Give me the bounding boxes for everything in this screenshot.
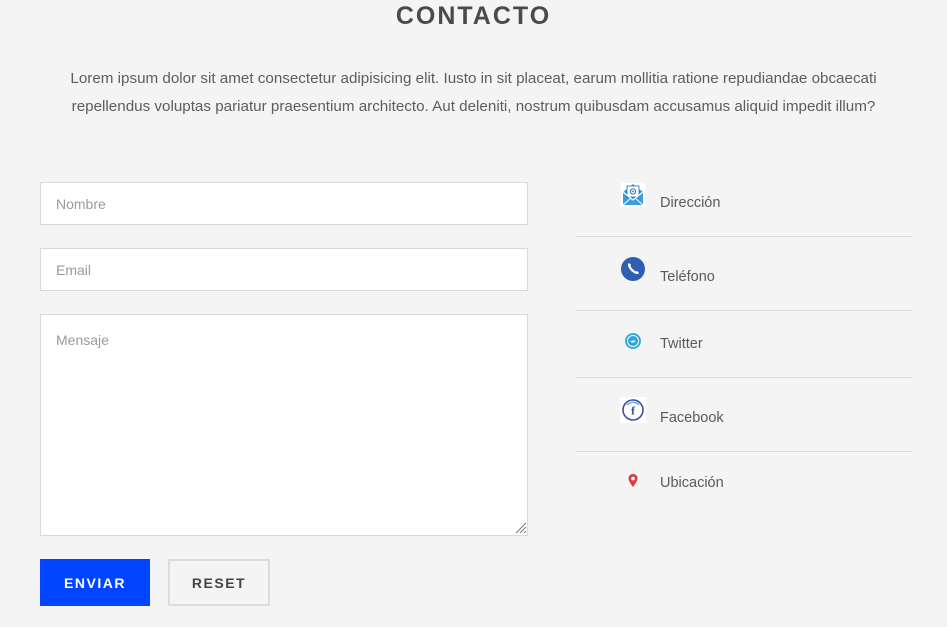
contact-item-location[interactable]: Ubicación xyxy=(576,470,913,491)
contact-item-twitter[interactable]: Twitter xyxy=(576,330,913,352)
intro-line-1: Lorem ipsum dolor sit amet consectetur a… xyxy=(70,70,877,87)
divider xyxy=(576,377,913,378)
send-button[interactable]: ENVIAR xyxy=(40,559,150,606)
location-pin-icon xyxy=(628,474,638,487)
phone-icon xyxy=(621,257,645,281)
contact-item-label: Teléfono xyxy=(660,269,715,285)
contact-page: CONTACTO Lorem ipsum dolor sit amet cons… xyxy=(0,0,947,627)
divider xyxy=(576,451,913,452)
contact-item-phone[interactable]: Teléfono xyxy=(576,256,913,285)
contact-item-address[interactable]: Dirección xyxy=(576,181,913,211)
contact-item-facebook[interactable]: f Facebook xyxy=(576,397,913,426)
contact-item-label: Dirección xyxy=(660,195,721,211)
divider xyxy=(576,236,913,237)
textarea-resize-handle[interactable] xyxy=(513,520,527,534)
name-input[interactable] xyxy=(40,182,528,225)
facebook-icon: f xyxy=(620,397,646,423)
contact-item-label: Twitter xyxy=(660,336,703,352)
contact-item-label: Ubicación xyxy=(660,475,724,491)
email-input[interactable] xyxy=(40,248,528,291)
divider xyxy=(576,310,913,311)
envelope-icon xyxy=(621,183,645,207)
twitter-icon xyxy=(625,333,641,349)
intro-line-2: repellendus voluptas pariatur praesentiu… xyxy=(71,98,876,115)
reset-button[interactable]: RESET xyxy=(168,559,270,606)
page-title: CONTACTO xyxy=(395,2,552,30)
message-textarea[interactable] xyxy=(40,314,528,536)
intro-text: Lorem ipsum dolor sit amet consectetur a… xyxy=(30,65,917,121)
contact-item-label: Facebook xyxy=(660,410,724,426)
